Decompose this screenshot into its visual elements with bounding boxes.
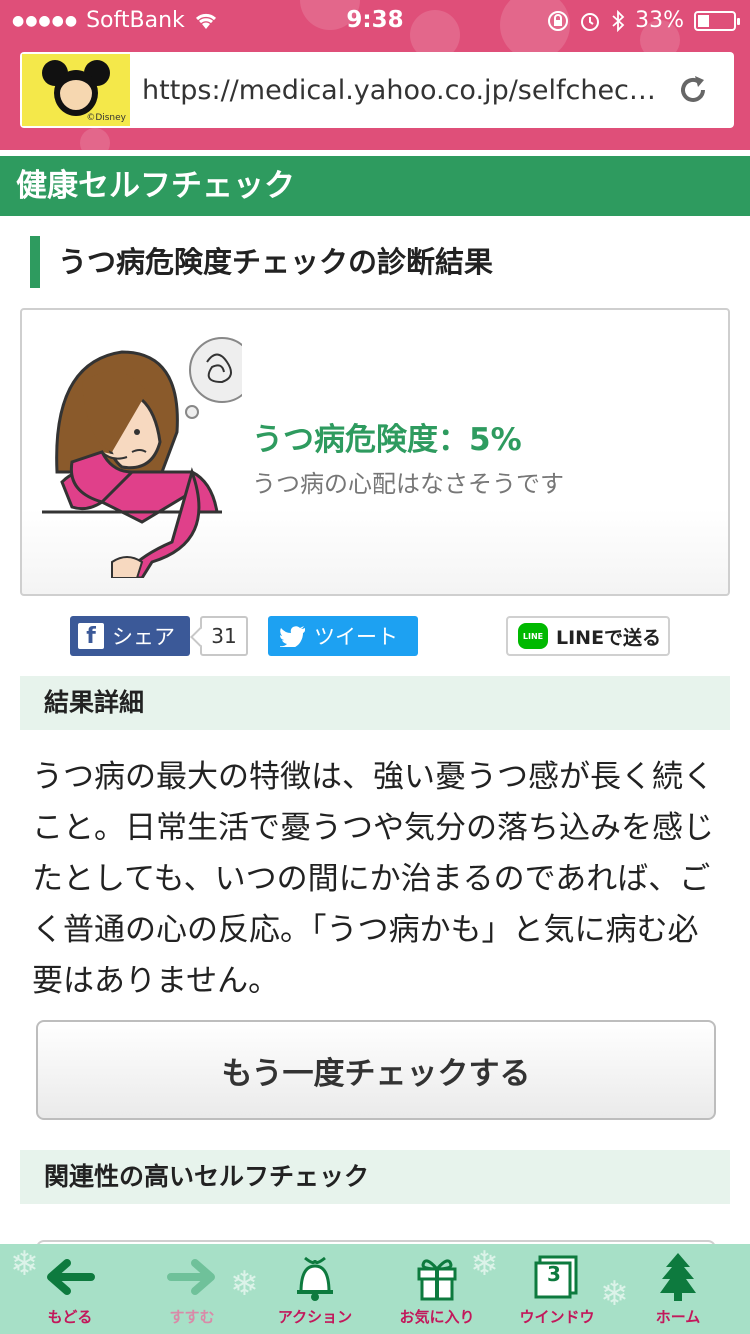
page-title: うつ病危険度チェックの診断結果 <box>30 236 493 288</box>
browser-toolbar: ❄ ❄ ❄ ❄ もどる すすむ アクション お気に入り 3 ウインドウ ホーム <box>0 1244 750 1334</box>
favorites-button[interactable]: お気に入り <box>387 1252 487 1334</box>
line-send-button[interactable]: LINE LINEで送る <box>506 616 670 656</box>
forward-label: すすむ <box>169 1308 215 1326</box>
site-header-title[interactable]: 健康セルフチェック <box>0 156 750 216</box>
window-count: 3 <box>547 1262 561 1286</box>
mickey-favicon: ©Disney <box>22 54 130 126</box>
reload-button[interactable] <box>666 63 720 117</box>
status-bar: ●●●●● SoftBank 9:38 33% <box>0 0 750 40</box>
risk-message: うつ病の心配はなさそうです <box>252 470 564 498</box>
facebook-share-button[interactable]: f シェア <box>70 616 190 656</box>
favicon-copyright: ©Disney <box>86 113 126 123</box>
worried-woman-illustration <box>42 337 242 578</box>
browser-top-bar: ●●●●● SoftBank 9:38 33% ©Disney https://… <box>0 0 750 150</box>
twitter-bird-icon <box>280 626 305 647</box>
twitter-tweet-label: ツイート <box>314 625 398 649</box>
back-label: もどる <box>47 1308 93 1326</box>
reload-icon <box>681 76 705 102</box>
alarm-icon <box>581 12 600 31</box>
recheck-button[interactable]: もう一度チェックする <box>36 1020 716 1120</box>
battery-icon <box>694 10 740 31</box>
details-heading: 結果詳細 <box>20 676 730 730</box>
home-button[interactable]: ホーム <box>628 1252 728 1334</box>
window-label: ウインドウ <box>519 1308 595 1326</box>
line-icon: LINE <box>518 623 548 649</box>
forward-button[interactable]: すすむ <box>142 1252 242 1334</box>
line-send-label: LINEで送る <box>556 626 662 649</box>
facebook-icon: f <box>78 623 104 649</box>
result-card: うつ病危険度：5% うつ病の心配はなさそうです <box>20 308 730 596</box>
gift-icon <box>417 1259 457 1301</box>
bell-icon <box>297 1256 333 1301</box>
action-button[interactable]: アクション <box>265 1252 365 1334</box>
arrow-left-icon <box>47 1259 95 1295</box>
christmas-tree-icon <box>660 1253 696 1301</box>
risk-percentage: うつ病危険度：5% <box>252 422 522 458</box>
facebook-share-label: シェア <box>112 625 175 649</box>
window-button[interactable]: 3 ウインドウ <box>507 1252 607 1334</box>
ornament-decoration <box>80 128 110 150</box>
url-text[interactable]: https://medical.yahoo.co.jp/selfchec… <box>130 75 666 106</box>
related-heading: 関連性の高いセルフチェック <box>20 1150 730 1204</box>
facebook-share-count: 31 <box>200 616 248 656</box>
bluetooth-icon <box>612 9 625 32</box>
action-label: アクション <box>277 1308 353 1326</box>
back-button[interactable]: もどる <box>20 1252 120 1334</box>
rotation-lock-icon <box>548 10 569 31</box>
twitter-tweet-button[interactable]: ツイート <box>268 616 418 656</box>
home-label: ホーム <box>655 1308 701 1326</box>
arrow-right-icon <box>167 1259 215 1295</box>
battery-percent: 33% <box>635 8 684 33</box>
address-bar[interactable]: ©Disney https://medical.yahoo.co.jp/self… <box>20 52 734 128</box>
details-body: うつ病の最大の特徴は、強い憂うつ感が長く続くこと。日常生活で憂うつや気分の落ち込… <box>32 759 714 999</box>
favorites-label: お気に入り <box>399 1308 475 1326</box>
